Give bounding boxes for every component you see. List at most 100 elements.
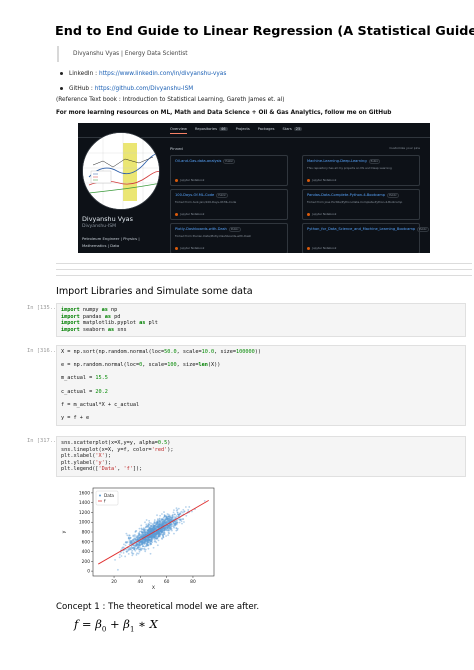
data-point	[145, 543, 148, 545]
repo-language: Jupyter Notebook	[180, 212, 205, 216]
code-line: import matplotlib.pyplot as plt	[61, 320, 158, 327]
data-point	[179, 518, 182, 521]
data-point	[157, 518, 159, 520]
code-cell[interactable]: import numpy as np import pandas as pd i…	[56, 303, 466, 338]
data-point	[153, 527, 156, 530]
code-line: plt.xlabel('X');	[61, 453, 111, 460]
data-point	[177, 507, 180, 510]
bullet-icon	[60, 86, 63, 90]
data-point	[159, 514, 161, 517]
data-point	[176, 527, 179, 530]
repo-desc: Forked from Jose Portilla/Python-Data-Co…	[307, 200, 403, 204]
data-point	[149, 552, 152, 555]
data-point	[172, 511, 175, 514]
repo-language: Jupyter Notebook	[312, 212, 337, 216]
reference-text: (Reference Text book : Introduction to S…	[56, 97, 285, 103]
code-line: import seaborn as sns	[61, 326, 127, 333]
data-point	[175, 507, 178, 510]
data-point	[170, 529, 173, 532]
code-line: y = f + e	[61, 414, 90, 421]
cell-prompt: In [135..	[27, 305, 57, 311]
data-point	[166, 513, 169, 515]
data-point	[132, 535, 135, 538]
model-formula: f = β0 + β1 ∗ X	[74, 617, 158, 634]
data-point	[114, 558, 116, 561]
data-point	[181, 522, 183, 525]
data-point	[164, 515, 167, 518]
linkedin-link[interactable]: https://www.linkedin.com/in/divyanshu-vy…	[99, 71, 226, 77]
y-tick-label: 1600	[79, 490, 90, 496]
data-point	[158, 519, 161, 522]
data-point	[134, 549, 137, 552]
data-point	[149, 542, 152, 545]
data-point	[163, 511, 165, 513]
pinned-repo-card: Pandas-Data-Complete-Python-4-Bootcamp Pu…	[302, 189, 420, 220]
data-point	[144, 529, 146, 531]
data-point	[145, 545, 148, 548]
data-point	[164, 519, 167, 522]
code-line: f = m_actual*X + c_actual	[61, 401, 140, 408]
linkedin-label: LinkedIn :	[69, 71, 99, 77]
data-point	[135, 543, 138, 546]
data-point	[153, 524, 156, 527]
data-point	[146, 540, 148, 543]
code-line: import numpy as np	[61, 307, 118, 313]
data-point	[148, 535, 151, 538]
pinned-repo-card: Machine-Learning-Deep-Learning Public Thi…	[302, 155, 420, 186]
data-point	[124, 544, 127, 547]
data-point	[147, 531, 150, 534]
data-point	[123, 543, 125, 546]
data-point	[138, 527, 141, 530]
data-point	[133, 547, 136, 550]
y-tick-label: 0	[87, 569, 90, 575]
data-point	[175, 509, 178, 512]
y-tick-label: 200	[82, 559, 91, 565]
data-point	[168, 524, 171, 527]
data-point	[168, 518, 171, 521]
data-point	[176, 513, 179, 516]
x-tick-label: 40	[138, 579, 144, 585]
data-point	[137, 534, 140, 536]
data-point	[143, 533, 146, 536]
data-point	[125, 541, 128, 544]
data-point	[185, 514, 188, 517]
github-label: GitHub :	[69, 86, 95, 92]
data-point	[133, 537, 136, 540]
repo-desc: This repository has all my projects on M…	[307, 166, 392, 170]
code-line: sns.lineplot(x=X, y=f, color='red');	[61, 446, 174, 453]
code-cell[interactable]: X = np.sort(np.random.normal(loc=50.0, s…	[56, 345, 466, 426]
data-point	[203, 499, 206, 502]
data-point	[171, 514, 174, 517]
data-point	[118, 553, 121, 556]
github-tabs: Overview Repositories 46 Projects Package…	[170, 127, 303, 134]
code-line: sns.scatterplot(x=X,y=y, alpha=0.5)	[61, 440, 171, 446]
data-point	[165, 516, 168, 519]
data-point	[175, 515, 178, 517]
data-point	[175, 527, 178, 529]
data-point	[155, 541, 158, 544]
data-point	[130, 541, 133, 544]
cell-prompt: In [317..	[27, 438, 57, 444]
data-point	[151, 523, 154, 525]
data-point	[184, 506, 187, 508]
data-point	[187, 508, 190, 511]
repo-language: Jupyter Notebook	[312, 246, 337, 250]
data-point	[183, 521, 185, 523]
pinned-label: Pinned	[170, 146, 183, 151]
data-point	[173, 532, 175, 535]
data-point	[127, 552, 130, 555]
code-cell[interactable]: sns.scatterplot(x=X,y=y, alpha=0.5) sns.…	[56, 436, 466, 477]
data-point	[125, 532, 128, 535]
data-point	[153, 535, 156, 538]
linkedin-item: LinkedIn : https://www.linkedin.com/in/d…	[56, 67, 226, 82]
data-point	[166, 527, 168, 530]
data-point	[148, 519, 151, 522]
y-tick-label: 1000	[79, 520, 90, 526]
data-point	[140, 527, 143, 530]
data-point	[155, 523, 158, 525]
y-tick-label: 400	[82, 549, 91, 555]
data-point	[147, 547, 150, 550]
data-point	[161, 531, 164, 533]
cell-prompt: In [316..	[27, 348, 57, 354]
github-link[interactable]: https://github.com/Divyanshu-ISM	[95, 86, 194, 92]
